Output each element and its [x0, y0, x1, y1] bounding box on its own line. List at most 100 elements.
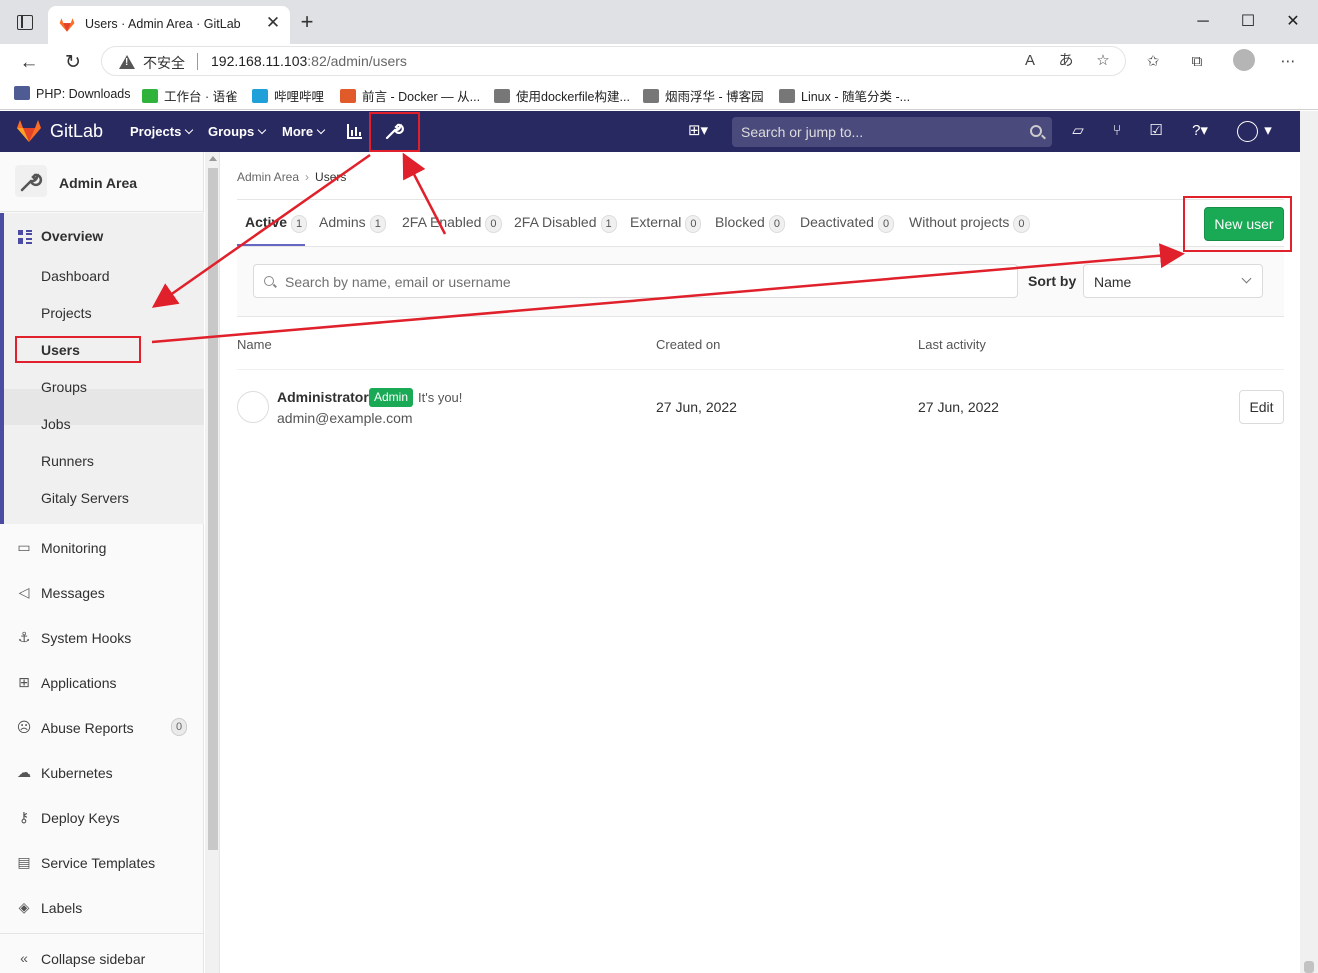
- sidebar-item-jobs[interactable]: Jobs: [41, 416, 71, 432]
- favorites-icon[interactable]: ✩: [1142, 51, 1164, 73]
- groups-menu[interactable]: Groups: [208, 124, 267, 139]
- back-icon[interactable]: ←: [16, 50, 42, 76]
- sidebar-scroll-thumb[interactable]: [208, 168, 218, 850]
- tab-active[interactable]: Active 1: [245, 214, 308, 233]
- tab-deactivated[interactable]: Deactivated 0: [800, 214, 895, 233]
- user-avatar[interactable]: [1237, 121, 1258, 142]
- sidebar-item-abuse-reports[interactable]: Abuse Reports: [41, 720, 134, 736]
- window-menu-icon[interactable]: [17, 15, 33, 30]
- chevron-down-icon: [257, 125, 267, 135]
- sidebar-item-applications[interactable]: Applications: [41, 675, 117, 691]
- todos-icon[interactable]: ☑: [1146, 121, 1166, 141]
- breadcrumb: Admin Area › Users: [237, 170, 346, 184]
- reload-icon[interactable]: ↻: [60, 50, 86, 76]
- sidebar-item-deploy-keys[interactable]: Deploy Keys: [41, 810, 120, 826]
- more-menu[interactable]: More: [282, 124, 326, 139]
- maximize-icon[interactable]: ☐: [1236, 10, 1260, 34]
- tab-2fa-enabled[interactable]: 2FA Enabled 0: [402, 214, 502, 233]
- cnblogs-icon: [643, 89, 659, 103]
- more-options-icon[interactable]: ⋯: [1277, 51, 1299, 73]
- create-new-icon[interactable]: ⊞▾: [683, 121, 713, 141]
- its-you-note: It's you!: [418, 390, 463, 405]
- bookmark-item[interactable]: 烟雨浮华 - 博客园: [643, 86, 764, 104]
- sidebar-item-gitaly-servers[interactable]: Gitaly Servers: [41, 490, 129, 506]
- tab-external[interactable]: External 0: [630, 214, 702, 233]
- bookmark-item[interactable]: 前言 - Docker — 从...: [340, 86, 480, 104]
- breadcrumb-users[interactable]: Users: [315, 170, 346, 184]
- tab-without-projects[interactable]: Without projects 0: [909, 214, 1030, 233]
- sidebar-item-messages[interactable]: Messages: [41, 585, 105, 601]
- bookmark-item[interactable]: 工作台 · 语雀: [142, 86, 238, 104]
- bookmark-item[interactable]: PHP: Downloads: [14, 86, 131, 104]
- bookmark-item[interactable]: 哔哩哔哩: [252, 86, 324, 104]
- collapse-sidebar-button[interactable]: « Collapse sidebar: [0, 933, 204, 973]
- page-scrollbar[interactable]: [1300, 111, 1318, 973]
- sidebar-item-runners[interactable]: Runners: [41, 453, 94, 469]
- gitlab-brand[interactable]: GitLab: [50, 121, 103, 142]
- url-host: 192.168.11.103: [211, 53, 308, 69]
- tab-2fa-disabled[interactable]: 2FA Disabled 1: [514, 214, 617, 233]
- bookmark-item[interactable]: Linux - 随笔分类 -...: [779, 86, 910, 104]
- user-search-placeholder: Search by name, email or username: [285, 274, 511, 290]
- sort-value: Name: [1094, 274, 1132, 290]
- projects-menu[interactable]: Projects: [130, 124, 194, 139]
- tab-count-badge: 1: [291, 215, 308, 233]
- help-icon[interactable]: ?▾: [1184, 121, 1216, 141]
- sidebar-item-system-hooks[interactable]: System Hooks: [41, 630, 131, 646]
- translate-icon[interactable]: あ: [1055, 50, 1077, 72]
- bookmark-label: 哔哩哔哩: [274, 90, 325, 104]
- gitlab-logo-icon[interactable]: [16, 119, 42, 143]
- sidebar-item-service-templates[interactable]: Service Templates: [41, 855, 155, 871]
- sidebar-item-dashboard[interactable]: Dashboard: [41, 268, 110, 284]
- tab-count-badge: 0: [877, 215, 895, 233]
- breadcrumb-admin-area[interactable]: Admin Area: [237, 170, 299, 184]
- tab-blocked[interactable]: Blocked 0: [715, 214, 785, 233]
- address-bar[interactable]: 不安全 192.168.11.103:82/admin/users A あ ☆: [101, 46, 1126, 76]
- gitlab-favicon-icon: [59, 18, 75, 32]
- sidebar-scrollbar[interactable]: [205, 152, 220, 973]
- sidebar-item-labels[interactable]: Labels: [41, 900, 82, 916]
- sort-select[interactable]: Name: [1083, 264, 1263, 298]
- collections-icon[interactable]: ⧉: [1186, 51, 1208, 73]
- favorite-star-icon[interactable]: ☆: [1092, 50, 1114, 72]
- sidebar-item-kubernetes[interactable]: Kubernetes: [41, 765, 113, 781]
- close-window-icon[interactable]: ✕: [1281, 10, 1305, 34]
- annotation-box-users: [15, 336, 141, 363]
- tab-admins[interactable]: Admins 1: [319, 214, 386, 233]
- bookmarks-bar: PHP: Downloads 工作台 · 语雀 哔哩哔哩 前言 - Docker…: [0, 80, 1318, 110]
- overview-grid-icon: [18, 230, 32, 244]
- chevron-down-icon: [1241, 273, 1252, 284]
- read-aloud-icon[interactable]: A: [1019, 50, 1041, 72]
- avatar[interactable]: [237, 391, 269, 423]
- profile-avatar[interactable]: [1233, 49, 1255, 71]
- sidebar-item-groups[interactable]: Groups: [41, 379, 87, 395]
- user-search-input[interactable]: Search by name, email or username: [253, 264, 1018, 298]
- tab-close-icon[interactable]: ✕: [263, 13, 283, 33]
- chevron-down-icon[interactable]: ▾: [1261, 121, 1275, 141]
- sidebar-item-overview[interactable]: Overview: [41, 228, 103, 244]
- tab-label: 2FA Enabled: [402, 214, 482, 230]
- sidebar-item-monitoring[interactable]: Monitoring: [41, 540, 106, 556]
- browser-tab[interactable]: Users · Admin Area · GitLab ✕: [48, 6, 290, 44]
- merge-requests-icon[interactable]: ⑂: [1107, 121, 1127, 141]
- label-icon: ◈: [18, 899, 30, 915]
- sidebar-header[interactable]: Admin Area: [0, 152, 204, 212]
- global-search-input[interactable]: Search or jump to...: [732, 117, 1052, 147]
- issues-icon[interactable]: ▱: [1068, 121, 1088, 141]
- new-tab-button[interactable]: +: [296, 11, 318, 34]
- url-text[interactable]: 192.168.11.103:82/admin/users: [211, 53, 407, 69]
- bookmark-item[interactable]: 使用dockerfile构建...: [494, 86, 630, 104]
- insecure-label: 不安全: [143, 55, 185, 71]
- admin-badge: Admin: [369, 388, 414, 407]
- user-name-link[interactable]: Administrator: [277, 389, 369, 405]
- collapse-sidebar-label: Collapse sidebar: [41, 951, 146, 967]
- analytics-icon[interactable]: [345, 121, 365, 141]
- minimize-icon[interactable]: ─: [1191, 10, 1215, 34]
- sidebar-item-projects[interactable]: Projects: [41, 305, 92, 321]
- double-chevron-left-icon: «: [20, 950, 28, 966]
- warning-icon: [119, 55, 135, 69]
- tab-count-badge: 0: [485, 215, 502, 233]
- url-path: :82/admin/users: [307, 53, 407, 69]
- scroll-up-icon[interactable]: [209, 156, 217, 161]
- edit-user-button[interactable]: Edit: [1239, 390, 1284, 424]
